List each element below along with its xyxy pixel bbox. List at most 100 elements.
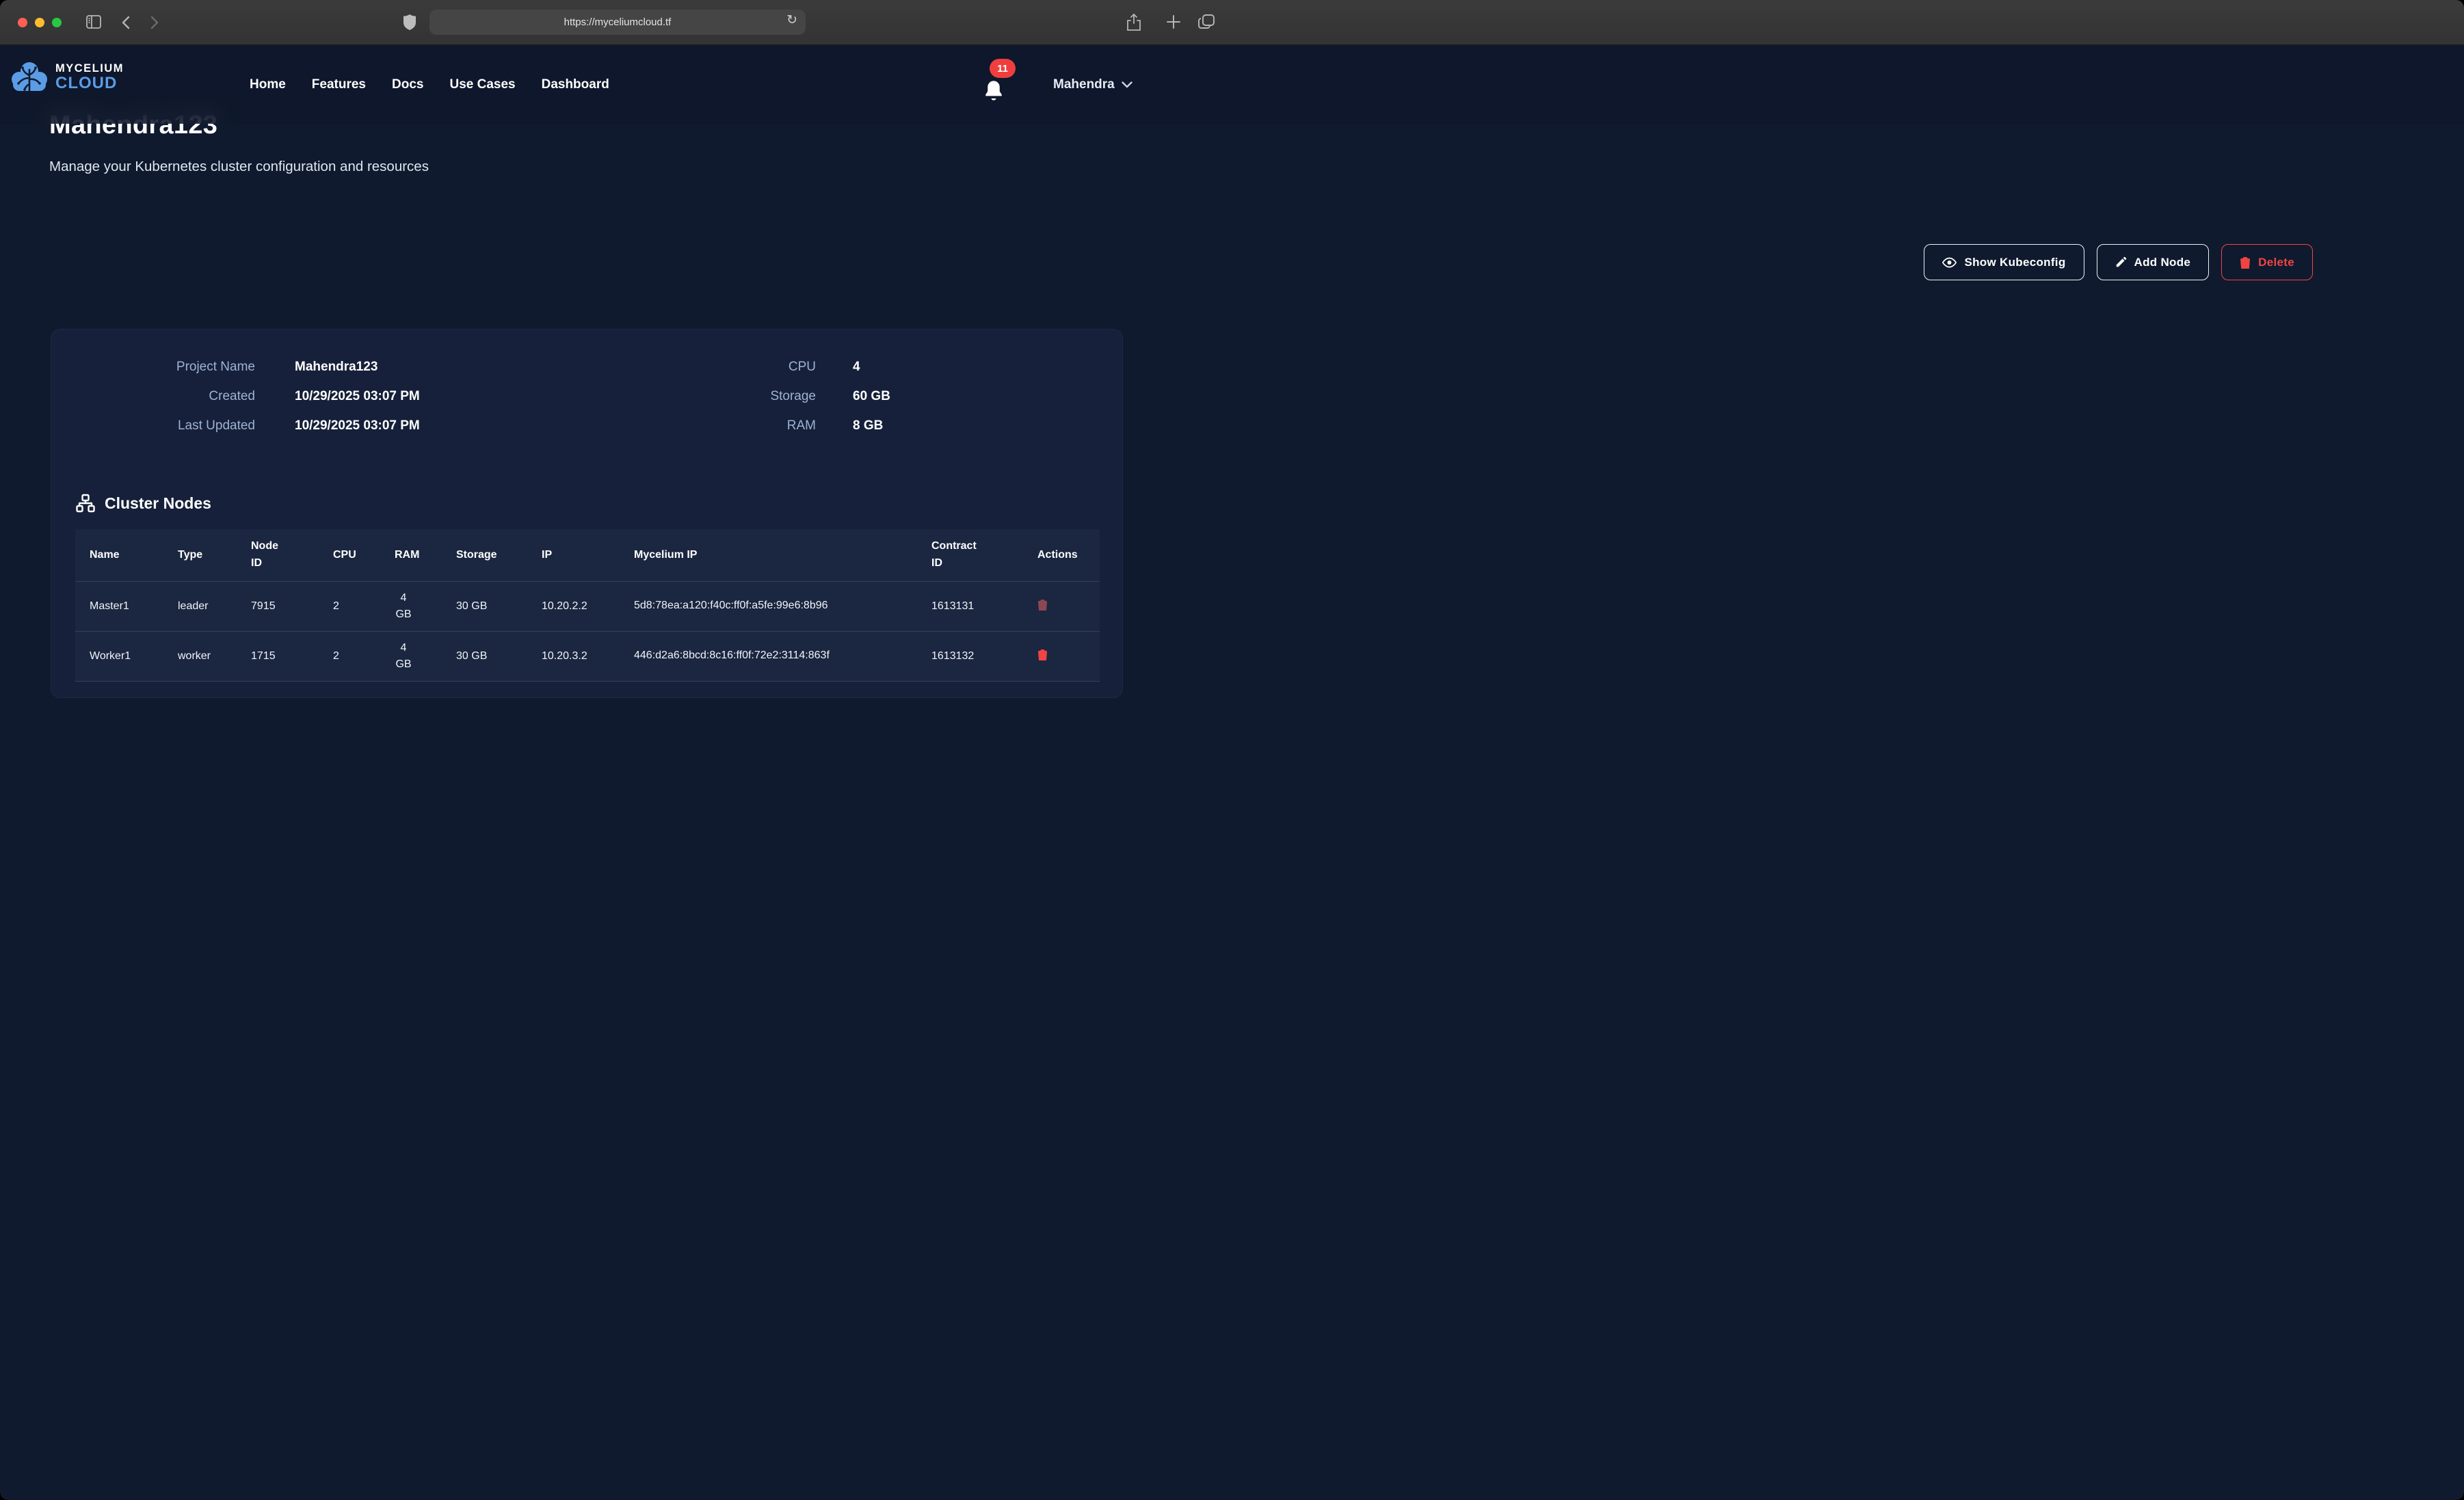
col-actions: Actions (1023, 529, 1100, 581)
show-kubeconfig-button[interactable]: Show Kubeconfig (1924, 244, 2084, 280)
brand-name: MYCELIUM CLOUD (55, 63, 124, 92)
cluster-nodes-title: Cluster Nodes (105, 494, 211, 513)
cell-actions (1023, 581, 1100, 631)
col-ip: IP (527, 529, 620, 581)
ram-value: 8 GB (853, 418, 1078, 433)
storage-label: Storage (753, 389, 816, 404)
mycelium-cloud-logo-icon (10, 62, 49, 93)
col-name: Name (75, 529, 163, 581)
brand-line1: MYCELIUM (55, 63, 124, 75)
forward-button[interactable] (150, 16, 159, 29)
address-bar[interactable]: https://myceliumcloud.tf ↻ (429, 10, 806, 35)
cell-contract-id: 1613132 (917, 631, 1023, 681)
brand-line2: CLOUD (55, 75, 124, 92)
add-node-label: Add Node (2134, 256, 2191, 269)
browser-toolbar: https://myceliumcloud.tf ↻ (0, 0, 2464, 45)
browser-window: https://myceliumcloud.tf ↻ Mahendra123 (0, 0, 2464, 1500)
nav-item-dashboard[interactable]: Dashboard (542, 77, 609, 92)
table-row-worker1: Worker1 worker 1715 2 4 GB 30 GB 10.20.3… (75, 631, 1100, 681)
new-tab-icon[interactable] (1166, 14, 1181, 29)
details-right: CPU 4 Storage 60 GB RAM 8 GB (753, 360, 1078, 433)
col-node-id: Node ID (237, 529, 319, 581)
user-name: Mahendra (1053, 77, 1115, 92)
share-icon[interactable] (1127, 14, 1141, 31)
pencil-icon (2115, 256, 2127, 268)
trash-icon (2240, 256, 2251, 269)
eye-icon (1942, 257, 1957, 268)
cluster-nodes-header: Cluster Nodes (76, 494, 211, 513)
close-window-button[interactable] (18, 18, 27, 27)
col-type: Type (163, 529, 237, 581)
sidebar-toggle-icon[interactable] (86, 15, 101, 29)
col-contract-id: Contract ID (917, 529, 1023, 581)
cell-ip: 10.20.2.2 (527, 581, 620, 631)
last-updated-label: Last Updated (76, 418, 255, 433)
cell-name: Master1 (75, 581, 163, 631)
tab-overview-icon[interactable] (1198, 14, 1215, 29)
reload-icon[interactable]: ↻ (786, 12, 797, 28)
back-button[interactable] (122, 16, 130, 29)
cell-cpu: 2 (319, 581, 380, 631)
user-menu[interactable]: Mahendra (1053, 45, 1132, 124)
cell-ram: 4 GB (380, 631, 442, 681)
zoom-window-button[interactable] (52, 18, 62, 27)
cell-mycelium-ip: 5d8:78ea:a120:f40c:ff0f:a5fe:99e6:8b96 (620, 581, 917, 631)
table-row-master1: Master1 leader 7915 2 4 GB 30 GB 10.20.2… (75, 581, 1100, 631)
bell-icon (983, 80, 1004, 103)
delete-node-button[interactable] (1037, 649, 1048, 660)
page-subtitle: Manage your Kubernetes cluster configura… (49, 159, 429, 175)
address-bar-url: https://myceliumcloud.tf (564, 16, 672, 28)
cluster-actions: Show Kubeconfig Add Node Delete (1924, 244, 2313, 280)
project-name-label: Project Name (76, 360, 255, 375)
cell-storage: 30 GB (442, 631, 527, 681)
nav-item-use-cases[interactable]: Use Cases (449, 77, 515, 92)
add-node-button[interactable]: Add Node (2097, 244, 2210, 280)
nav-item-features[interactable]: Features (312, 77, 366, 92)
chevron-down-icon (1122, 81, 1132, 88)
ram-label: RAM (753, 418, 816, 433)
delete-label: Delete (2258, 256, 2294, 269)
nav-links: Home Features Docs Use Cases Dashboard (250, 45, 609, 124)
col-cpu: CPU (319, 529, 380, 581)
cell-ram: 4 GB (380, 581, 442, 631)
cell-type: worker (163, 631, 237, 681)
last-updated-value: 10/29/2025 03:07 PM (295, 418, 582, 433)
cpu-value: 4 (853, 360, 1078, 375)
minimize-window-button[interactable] (35, 18, 44, 27)
top-navigation: MYCELIUM CLOUD Home Features Docs Use Ca… (0, 45, 2464, 124)
cell-storage: 30 GB (442, 581, 527, 631)
details-left: Project Name Mahendra123 Created 10/29/2… (76, 360, 582, 433)
project-name-value: Mahendra123 (295, 360, 582, 375)
notifications-button[interactable]: 11 (983, 57, 1024, 112)
col-ram: RAM (380, 529, 442, 581)
cpu-label: CPU (753, 360, 816, 375)
cell-node-id: 7915 (237, 581, 319, 631)
nav-item-home[interactable]: Home (250, 77, 286, 92)
cluster-nodes-icon (76, 494, 95, 513)
table-header-row: Name Type Node ID CPU RAM Storage IP Myc… (75, 529, 1100, 581)
page-content: Mahendra123 (0, 45, 2464, 750)
col-mycelium-ip: Mycelium IP (620, 529, 917, 581)
cell-actions (1023, 631, 1100, 681)
cell-type: leader (163, 581, 237, 631)
cell-contract-id: 1613131 (917, 581, 1023, 631)
delete-cluster-button[interactable]: Delete (2221, 244, 2313, 280)
show-kubeconfig-label: Show Kubeconfig (1964, 256, 2065, 269)
cluster-panel: Project Name Mahendra123 Created 10/29/2… (51, 329, 1123, 698)
cell-cpu: 2 (319, 631, 380, 681)
cell-node-id: 1715 (237, 631, 319, 681)
cell-name: Worker1 (75, 631, 163, 681)
brand-logo[interactable]: MYCELIUM CLOUD (10, 62, 124, 93)
cell-ip: 10.20.3.2 (527, 631, 620, 681)
col-storage: Storage (442, 529, 527, 581)
notification-badge: 11 (990, 59, 1016, 78)
cluster-details: Project Name Mahendra123 Created 10/29/2… (76, 354, 1098, 484)
privacy-shield-icon (403, 14, 416, 30)
delete-node-button[interactable] (1037, 599, 1048, 611)
cell-mycelium-ip: 446:d2a6:8bcd:8c16:ff0f:72e2:3114:863f (620, 631, 917, 681)
cluster-nodes-table: Name Type Node ID CPU RAM Storage IP Myc… (75, 529, 1100, 682)
nav-item-docs[interactable]: Docs (392, 77, 423, 92)
created-value: 10/29/2025 03:07 PM (295, 389, 582, 404)
storage-value: 60 GB (853, 389, 1078, 404)
created-label: Created (76, 389, 255, 404)
